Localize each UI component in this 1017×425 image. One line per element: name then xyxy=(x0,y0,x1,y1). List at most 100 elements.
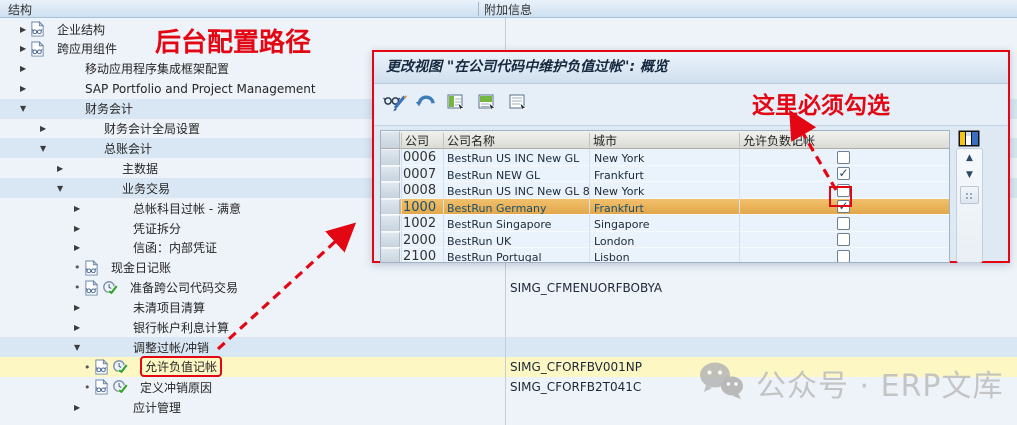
tree-expand-icon[interactable]: ▶ xyxy=(74,243,86,252)
tree-item-label[interactable]: 财务会计全局设置 xyxy=(104,120,200,137)
row-select-cell[interactable] xyxy=(381,199,400,215)
negative-postings-checkbox[interactable] xyxy=(837,151,850,164)
watermark: 公众号 · ERP文库 xyxy=(698,360,1004,405)
row-select-cell[interactable] xyxy=(381,248,400,263)
tree-expand-icon[interactable]: ▶ xyxy=(74,303,86,312)
deselect-all-icon[interactable] xyxy=(507,94,531,116)
doc-icon[interactable] xyxy=(94,379,109,395)
tree-collapse-icon[interactable]: ▼ xyxy=(20,104,32,113)
company-name: BestRun US INC New GL 8 xyxy=(447,185,590,198)
select-block-icon[interactable] xyxy=(476,94,500,116)
activity-icon[interactable] xyxy=(112,359,128,375)
column-header-4[interactable]: 允许负数记帐 xyxy=(743,132,815,149)
checkbox-highlight-box xyxy=(829,186,852,207)
negative-postings-checkbox[interactable] xyxy=(837,233,850,246)
row-select-cell[interactable] xyxy=(381,182,400,198)
tree-item-16[interactable]: ▶ 银行帐户利息计算 xyxy=(0,318,1017,338)
row-select-cell[interactable] xyxy=(381,215,400,231)
tree-collapse-icon[interactable]: ▼ xyxy=(57,184,69,193)
company-table: 公司 公司名称 城市 允许负数记帐 0006BestRun US INC New GL… xyxy=(380,130,950,263)
negative-postings-checkbox[interactable]: ✓ xyxy=(837,167,850,180)
tree-collapse-icon[interactable]: ▼ xyxy=(74,343,86,352)
tree-expand-icon[interactable]: ▶ xyxy=(74,224,86,233)
tree-item-label[interactable]: 准备跨公司代码交易 xyxy=(130,279,238,296)
tree-item-info-code: SIMG_CFMENUORFBOBYA xyxy=(510,281,662,295)
tree-expand-icon[interactable]: ▶ xyxy=(74,204,86,213)
table-row-0007[interactable]: 0007BestRun NEW GLFrankfurt✓ xyxy=(381,166,949,183)
tree-item-label[interactable]: 总帐科目过帐 - 满意 xyxy=(133,200,241,217)
select-all-corner-cell[interactable] xyxy=(381,131,400,148)
negative-postings-checkbox[interactable] xyxy=(837,250,850,263)
table-row-0008[interactable]: 0008BestRun US INC New GL 8New York xyxy=(381,182,949,199)
undo-icon[interactable] xyxy=(414,94,438,116)
tree-item-label[interactable]: 未清项目清算 xyxy=(133,299,205,316)
tree-item-15[interactable]: ▶ 未清项目清算 xyxy=(0,298,1017,318)
company-city: London xyxy=(594,235,634,248)
tree-item-label[interactable]: 凭证拆分 xyxy=(133,220,181,237)
doc-icon[interactable] xyxy=(84,260,99,276)
tree-item-1[interactable]: ▶企业结构 xyxy=(0,19,1017,39)
row-select-cell[interactable] xyxy=(381,166,400,182)
tree-item-17[interactable]: ▼ 调整过帐/冲销 xyxy=(0,337,1017,357)
doc-icon[interactable] xyxy=(30,41,45,57)
tree-expand-icon[interactable]: ▶ xyxy=(74,403,86,412)
tree-item-label[interactable]: 业务交易 xyxy=(122,180,170,197)
tree-expand-icon[interactable]: ▶ xyxy=(74,323,86,332)
company-code: 0008 xyxy=(403,183,436,198)
column-header-1[interactable]: 公司 xyxy=(405,132,429,149)
tree-item-label[interactable]: SAP Portfolio and Project Management xyxy=(85,82,316,96)
activity-icon[interactable] xyxy=(102,280,118,296)
table-row-1002[interactable]: 1002BestRun SingaporeSingapore xyxy=(381,215,949,232)
tree-item-label[interactable]: 银行帐户利息计算 xyxy=(133,319,229,336)
tree-expand-icon[interactable]: ▶ xyxy=(57,164,69,173)
tree-item-label[interactable]: 移动应用程序集成框架配置 xyxy=(85,60,229,77)
tree-item-14[interactable]: •准备跨公司代码交易SIMG_CFMENUORFBOBYA xyxy=(0,278,1017,298)
vertical-scrollbar[interactable]: ▲ ▼ xyxy=(956,148,983,263)
column-header-3[interactable]: 城市 xyxy=(593,132,617,149)
tree-expand-icon[interactable]: ▶ xyxy=(40,124,52,133)
select-all-icon[interactable] xyxy=(445,94,469,116)
tree-item-label[interactable]: 允许负值记帐 xyxy=(140,356,222,377)
tree-item-label[interactable]: 应计管理 xyxy=(133,399,181,416)
table-row-2000[interactable]: 2000BestRun UKLondon xyxy=(381,232,949,249)
column-header-2[interactable]: 公司名称 xyxy=(447,132,495,149)
scroll-down-icon[interactable]: ▼ xyxy=(961,168,978,183)
tree-item-label[interactable]: 跨应用组件 xyxy=(57,40,117,57)
tree-expand-icon[interactable]: ▶ xyxy=(20,64,32,73)
doc-icon[interactable] xyxy=(94,359,109,375)
tree-item-label[interactable]: 总账会计 xyxy=(104,140,152,157)
scrollbar-thumb[interactable] xyxy=(960,186,979,204)
tree-item-label[interactable]: 调整过帐/冲销 xyxy=(133,339,209,356)
tree-item-label[interactable]: 企业结构 xyxy=(57,21,105,38)
dialog-toolbar xyxy=(374,84,1008,126)
activity-icon[interactable] xyxy=(112,379,128,395)
header-column-divider[interactable] xyxy=(478,2,479,16)
tree-item-label[interactable]: 信函：内部凭证 xyxy=(133,239,217,256)
row-select-cell[interactable] xyxy=(381,232,400,248)
wechat-icon xyxy=(698,360,746,405)
table-settings-icon[interactable] xyxy=(958,130,980,150)
structure-column-header: 结构 xyxy=(8,1,32,18)
tree-item-label[interactable]: 定义冲销原因 xyxy=(140,379,212,396)
tree-item-label[interactable]: 现金日记账 xyxy=(111,259,171,276)
row-select-cell[interactable] xyxy=(381,149,400,165)
company-city: Frankfurt xyxy=(594,202,644,215)
table-row-2100[interactable]: 2100BestRun PortugalLisbon xyxy=(381,248,949,263)
table-row-1000[interactable]: 1000BestRun GermanyFrankfurt✓ xyxy=(381,199,949,216)
doc-icon[interactable] xyxy=(84,280,99,296)
tree-item-label[interactable]: 主数据 xyxy=(122,160,158,177)
negative-postings-checkbox[interactable] xyxy=(837,217,850,230)
table-row-0006[interactable]: 0006BestRun US INC New GLNew York xyxy=(381,149,949,166)
tree-item-label[interactable]: 财务会计 xyxy=(85,100,133,117)
company-table-header: 公司 公司名称 城市 允许负数记帐 xyxy=(381,131,949,149)
annotation-must-check: 这里必须勾选 xyxy=(752,86,890,120)
tree-expand-icon[interactable]: ▶ xyxy=(20,84,32,93)
sap-img-screen: ▶企业结构▶跨应用组件▶移动应用程序集成框架配置▶SAP Portfolio a… xyxy=(0,0,1017,425)
scroll-up-icon[interactable]: ▲ xyxy=(961,151,978,166)
display-change-icon[interactable] xyxy=(383,94,407,116)
info-column-header: 附加信息 xyxy=(484,1,532,18)
tree-collapse-icon[interactable]: ▼ xyxy=(40,144,52,153)
company-code: 2100 xyxy=(403,249,436,263)
watermark-text: 公众号 · ERP文库 xyxy=(756,361,1004,405)
doc-icon[interactable] xyxy=(30,21,45,37)
